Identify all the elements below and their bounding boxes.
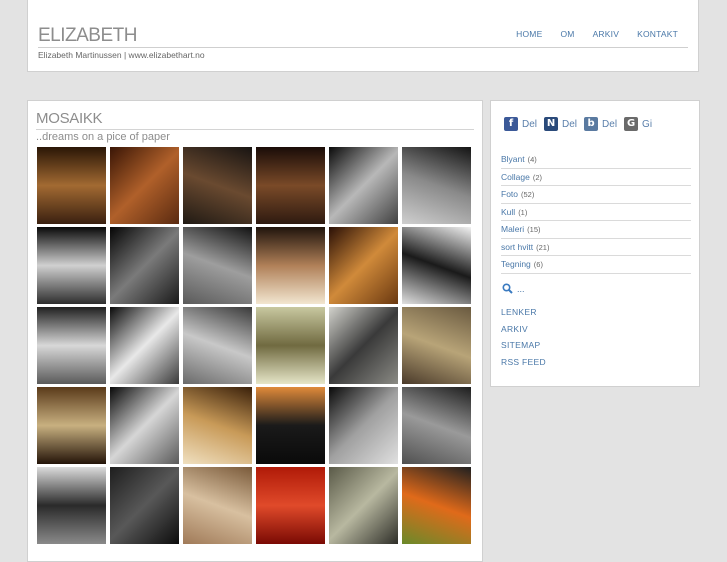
category-count: (52) xyxy=(521,190,535,199)
photo-thumbnail[interactable] xyxy=(402,307,471,384)
category-count: (1) xyxy=(518,207,528,217)
photo-thumbnail[interactable] xyxy=(110,227,179,304)
category-name[interactable]: Maleri xyxy=(501,224,524,234)
photo-thumbnail[interactable] xyxy=(183,387,252,464)
category-count: (6) xyxy=(533,260,543,269)
nav-kontakt[interactable]: KONTAKT xyxy=(637,29,678,39)
category-name[interactable]: sort hvitt xyxy=(501,242,533,252)
photo-thumbnail[interactable] xyxy=(402,467,471,544)
category-item[interactable]: sort hvitt (21) xyxy=(501,239,691,256)
photo-thumbnail[interactable] xyxy=(329,307,398,384)
photo-thumbnail[interactable] xyxy=(329,227,398,304)
photo-thumbnail[interactable] xyxy=(110,467,179,544)
photo-thumbnail[interactable] xyxy=(329,147,398,224)
nav-home[interactable]: HOME xyxy=(516,29,542,39)
category-name[interactable]: Tegning xyxy=(501,259,531,269)
photo-thumbnail[interactable] xyxy=(256,307,325,384)
photo-thumbnail[interactable] xyxy=(256,147,325,224)
share-label[interactable]: Del xyxy=(562,119,577,130)
category-name[interactable]: Kull xyxy=(501,207,515,217)
header-divider xyxy=(38,47,688,48)
share-button[interactable]: f Del xyxy=(504,117,537,131)
photo-thumbnail[interactable] xyxy=(37,227,106,304)
photo-thumbnail[interactable] xyxy=(110,307,179,384)
nav-om[interactable]: OM xyxy=(560,29,574,39)
category-count: (15) xyxy=(527,225,541,234)
gi-icon[interactable]: G xyxy=(624,117,639,131)
category-item[interactable]: Tegning (6) xyxy=(501,256,691,274)
photo-thumbnail[interactable] xyxy=(110,147,179,224)
photo-thumbnail[interactable] xyxy=(256,387,325,464)
photo-thumbnail[interactable] xyxy=(37,387,106,464)
main-content: MOSAIKK ..dreams on a pice of paper xyxy=(27,100,483,562)
blink-icon[interactable]: b xyxy=(584,117,599,131)
photo-thumbnail[interactable] xyxy=(183,227,252,304)
site-subtitle: Elizabeth Martinussen | www.elizabethart… xyxy=(38,50,205,60)
category-count: (4) xyxy=(527,155,537,164)
category-name[interactable]: Blyant xyxy=(501,154,525,164)
link-rss-feed[interactable]: RSS FEED xyxy=(501,354,546,371)
section-subtitle: ..dreams on a pice of paper xyxy=(36,131,170,143)
link-lenker[interactable]: LENKER xyxy=(501,304,546,321)
category-count: (2) xyxy=(532,172,542,182)
photo-thumbnail[interactable] xyxy=(37,307,106,384)
category-item[interactable]: Collage (2) xyxy=(501,169,691,186)
photo-thumbnail[interactable] xyxy=(37,147,106,224)
photo-thumbnail[interactable] xyxy=(183,307,252,384)
photo-thumbnail[interactable] xyxy=(256,227,325,304)
share-button[interactable]: N Del xyxy=(544,117,577,131)
share-label[interactable]: Del xyxy=(602,119,617,130)
photo-thumbnail[interactable] xyxy=(402,387,471,464)
search-row[interactable]: ... xyxy=(502,283,525,294)
search-text[interactable]: ... xyxy=(517,284,525,294)
photo-thumbnail[interactable] xyxy=(402,147,471,224)
section-divider xyxy=(36,129,474,130)
photo-thumbnail[interactable] xyxy=(402,227,471,304)
sidebar: f Del N Del b Del G Gi Blyant (4) Collage (2) Foto(… xyxy=(490,100,700,387)
category-list: Blyant (4) Collage (2) Foto (52) Kull (1) Maleri… xyxy=(501,151,691,274)
category-item[interactable]: Kull (1) xyxy=(501,204,691,221)
photo-thumbnail[interactable] xyxy=(183,147,252,224)
photo-thumbnail[interactable] xyxy=(329,387,398,464)
top-nav: HOME OM ARKIV KONTAKT xyxy=(498,29,678,39)
share-button[interactable]: b Del xyxy=(584,117,617,131)
photo-thumbnail[interactable] xyxy=(110,387,179,464)
photo-thumbnail[interactable] xyxy=(329,467,398,544)
category-name[interactable]: Collage xyxy=(501,172,530,182)
share-row: f Del N Del b Del G Gi xyxy=(504,117,659,131)
site-header: ELIZABETH Elizabeth Martinussen | www.el… xyxy=(27,0,699,72)
nettby-icon[interactable]: N xyxy=(544,117,559,131)
share-label[interactable]: Gi xyxy=(642,119,652,130)
facebook-icon[interactable]: f xyxy=(504,117,518,131)
category-count: (21) xyxy=(536,242,550,252)
thumbnail-grid xyxy=(37,147,477,544)
photo-thumbnail[interactable] xyxy=(37,467,106,544)
share-label[interactable]: Del xyxy=(522,119,537,130)
category-item[interactable]: Foto (52) xyxy=(501,186,691,204)
share-button[interactable]: G Gi xyxy=(624,117,652,131)
link-arkiv[interactable]: ARKIV xyxy=(501,321,546,338)
photo-thumbnail[interactable] xyxy=(256,467,325,544)
nav-arkiv[interactable]: ARKIV xyxy=(593,29,620,39)
photo-thumbnail[interactable] xyxy=(183,467,252,544)
category-item[interactable]: Maleri (15) xyxy=(501,221,691,239)
category-item[interactable]: Blyant (4) xyxy=(501,151,691,169)
site-title[interactable]: ELIZABETH xyxy=(38,25,137,47)
link-sitemap[interactable]: SITEMAP xyxy=(501,337,546,354)
section-title: MOSAIKK xyxy=(36,110,103,127)
category-name[interactable]: Foto xyxy=(501,189,518,199)
sidebar-links: LENKER ARKIV SITEMAP RSS FEED xyxy=(501,304,546,370)
search-icon[interactable] xyxy=(502,283,513,294)
